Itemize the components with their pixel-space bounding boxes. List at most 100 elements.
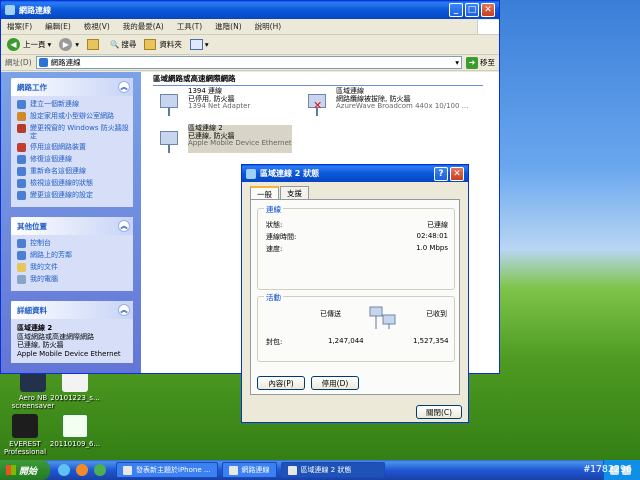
connection-local-2[interactable]: 區域連線 2 已連線, 防火牆 Apple Mobile Device Ethe… (157, 124, 292, 153)
quick-launch (58, 464, 112, 476)
details-panel: 詳細資料 ︽ 區域連線 2 區域網路或高速網際網路 已連線, 防火牆 Apple… (11, 301, 133, 363)
disable-button[interactable]: 停用(D) (311, 376, 359, 390)
connection-local[interactable]: ✕ 區域連線 網路纜線被拔除, 防火牆 AzureWave Broadcom 4… (305, 87, 469, 116)
row-value: 02:48:01 (416, 232, 448, 240)
search-button[interactable]: 🔍 搜尋 (110, 39, 136, 50)
properties-button[interactable]: 內容(P) (257, 376, 305, 390)
connection-device: AzureWave Broadcom 440x 10/100 ... (336, 102, 469, 110)
back-label: 上一頁 (23, 40, 46, 49)
menu-tools[interactable]: 工具(T) (177, 21, 202, 32)
address-value: 網路連線 (50, 58, 81, 67)
close-button[interactable]: ✕ (481, 3, 495, 17)
activity-group: 活動 已傳送 已收到 封包: 1,247,044 1,527,354 (257, 292, 455, 362)
collapse-chevron-icon[interactable]: ︽ (118, 304, 130, 316)
place-network-neighborhood[interactable]: 網路上的芳鄰 (17, 251, 129, 260)
tab-support[interactable]: 支援 (280, 186, 309, 199)
other-places-header[interactable]: 其他位置 ︽ (11, 217, 133, 235)
back-button[interactable]: ◀ 上一頁 ▾ (7, 38, 51, 51)
other-places-panel: 其他位置 ︽ 控制台 網路上的芳鄰 我的文件 我的電腦 (11, 217, 133, 291)
place-control-panel[interactable]: 控制台 (17, 239, 129, 248)
task-disable-device[interactable]: 停用這個網路裝置 (17, 143, 129, 152)
disable-device-icon (17, 143, 26, 152)
panel-title: 網路工作 (17, 82, 47, 92)
row-label: 速度: (266, 245, 283, 253)
place-label: 我的文件 (30, 263, 58, 271)
task-rename[interactable]: 重新命名這個連線 (17, 167, 129, 176)
menu-favorites[interactable]: 我的最愛(A) (123, 21, 164, 32)
task-repair[interactable]: 修復這個連線 (17, 155, 129, 164)
details-header[interactable]: 詳細資料 ︽ (11, 301, 133, 319)
panel-title: 詳細資料 (17, 305, 47, 315)
row-label: 連線時間: (266, 233, 297, 241)
dialog-close-text-button[interactable]: 關閉(C) (416, 405, 462, 419)
menu-bar: 檔案(F) 編輯(E) 檢視(V) 我的最愛(A) 工具(T) 進階(N) 說明… (1, 19, 499, 35)
taskbar-button-iphone-post[interactable]: 發表新主題於iPhone ... (116, 462, 218, 478)
connection-device: 1394 Net Adapter (188, 102, 251, 110)
place-my-computer[interactable]: 我的電腦 (17, 275, 129, 284)
ie-icon[interactable] (58, 464, 70, 476)
place-label: 網路上的芳鄰 (30, 251, 72, 259)
task-firewall[interactable]: 變更視窗的 Windows 防火牆設定 (17, 124, 129, 140)
up-folder-button[interactable] (87, 39, 102, 50)
start-label: 開始 (19, 466, 38, 477)
task-pane: 網路工作 ︽ 建立一個新連線 設定家用或小型辦公室網路 變更視窗的 Window… (1, 72, 141, 373)
details-name: 區域連線 2 (17, 324, 53, 332)
desktop-icon-image-2[interactable]: 20110109_6... (42, 414, 108, 448)
taskbar: 開始 發表新主題於iPhone ... 網路連線 區域連線 2 狀態 (0, 460, 640, 480)
received-packets: 1,527,354 (413, 337, 449, 345)
task-create-connection[interactable]: 建立一個新連線 (17, 100, 129, 109)
menu-view[interactable]: 檢視(V) (84, 21, 110, 32)
place-label: 控制台 (30, 239, 51, 247)
task-view-status[interactable]: 檢視這個連線的狀態 (17, 179, 129, 188)
collapse-chevron-icon[interactable]: ︽ (118, 81, 130, 93)
repair-icon (17, 155, 26, 164)
address-input[interactable]: 網路連線 ▾ (35, 56, 462, 69)
folders-label: 資料夾 (159, 40, 182, 49)
desktop-icon-label: 20110109_6... (49, 440, 101, 448)
menu-advanced[interactable]: 進階(N) (215, 21, 241, 32)
network-connection-icon (157, 88, 185, 116)
go-button[interactable]: ➜ 移至 (466, 56, 495, 69)
task-label: 修復這個連線 (30, 155, 72, 163)
collapse-chevron-icon[interactable]: ︽ (118, 220, 130, 232)
taskbar-button-network[interactable]: 網路連線 (221, 462, 277, 478)
dialog-title: 區域連線 2 狀態 (260, 169, 320, 178)
task-change-settings[interactable]: 變更這個連線的設定 (17, 191, 129, 200)
connection-1394[interactable]: 1394 連線 已停用, 防火牆 1394 Net Adapter (157, 87, 251, 116)
help-button[interactable]: ? (434, 166, 448, 181)
place-my-documents[interactable]: 我的文件 (17, 263, 129, 272)
excel-file-icon (62, 414, 88, 438)
home-network-icon (17, 112, 26, 121)
toolbar: ◀ 上一頁 ▾ ▶ ▾ 🔍 搜尋 資料夾 ▾ (1, 35, 499, 55)
row-label: 狀態: (266, 221, 283, 229)
task-home-network[interactable]: 設定家用或小型辦公室網路 (17, 112, 129, 121)
firefox-icon[interactable] (76, 464, 88, 476)
duration-row: 連線時間: 02:48:01 (266, 232, 448, 242)
minimize-button[interactable]: _ (449, 3, 463, 17)
dialog-close-button[interactable]: ✕ (450, 166, 464, 181)
folders-button[interactable]: 資料夾 (144, 39, 182, 50)
forward-button[interactable]: ▶ ▾ (59, 38, 79, 51)
chrome-icon[interactable] (94, 464, 106, 476)
explorer-titlebar[interactable]: 網路連線 _ □ ✕ (1, 1, 499, 19)
menu-help[interactable]: 說明(H) (255, 21, 282, 32)
menu-file[interactable]: 檔案(F) (7, 21, 32, 32)
windows-flag-icon (6, 465, 16, 475)
panel-title: 其他位置 (17, 221, 47, 231)
tab-general[interactable]: 一般 (250, 186, 279, 200)
views-button[interactable]: ▾ (189, 39, 209, 50)
speed-row: 速度: 1.0 Mbps (266, 244, 448, 254)
dropdown-arrow-icon[interactable]: ▾ (455, 58, 459, 67)
taskbar-button-status[interactable]: 區域連線 2 狀態 (280, 462, 385, 478)
maximize-button[interactable]: □ (465, 3, 479, 17)
network-tasks-header[interactable]: 網路工作 ︽ (11, 78, 133, 96)
address-bar: 網址(D) 網路連線 ▾ ➜ 移至 (1, 55, 499, 71)
start-button[interactable]: 開始 (0, 460, 50, 480)
dialog-titlebar[interactable]: 區域連線 2 狀態 ? ✕ (242, 165, 468, 182)
network-connection-icon (246, 168, 256, 179)
my-documents-icon (17, 263, 26, 272)
sent-packets: 1,247,044 (328, 337, 364, 345)
forward-arrow-icon: ▶ (59, 38, 73, 51)
network-connection-icon (287, 465, 297, 475)
menu-edit[interactable]: 編輯(E) (45, 21, 71, 32)
